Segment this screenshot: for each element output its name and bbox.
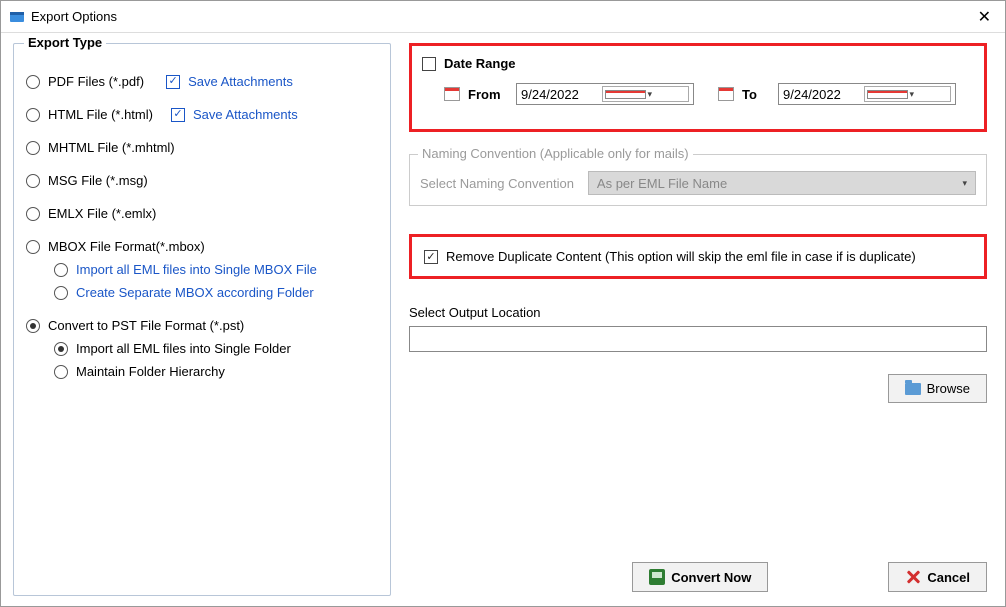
right-panel: Date Range From 9/24/2022 ▾ To 9/24/2022… [391,43,993,596]
chk-remove-duplicate[interactable] [424,250,438,264]
to-date-input[interactable]: 9/24/2022 ▾ [778,83,956,105]
naming-label: Select Naming Convention [420,176,574,191]
content: Export Type PDF Files (*.pdf) Save Attac… [1,33,1005,606]
radio-mbox-separate-label: Create Separate MBOX according Folder [76,285,314,300]
folder-icon [905,383,921,395]
cancel-button[interactable]: Cancel [888,562,987,592]
window-title: Export Options [31,9,117,24]
chevron-down-icon: ▾ [962,178,967,189]
calendar-to-icon [718,87,734,101]
close-icon[interactable]: ✕ [972,7,997,27]
convert-now-button[interactable]: Convert Now [632,562,768,592]
to-label: To [742,87,770,102]
radio-pdf[interactable] [26,75,40,89]
chk-pdf-save-attachments[interactable] [166,75,180,89]
pdf-save-attachments-label: Save Attachments [188,74,293,89]
remove-duplicate-highlight: Remove Duplicate Content (This option wi… [409,234,987,279]
naming-legend: Naming Convention (Applicable only for m… [418,146,693,161]
radio-pst-single[interactable] [54,342,68,356]
naming-convention-panel: Naming Convention (Applicable only for m… [409,154,987,206]
radio-pdf-label: PDF Files (*.pdf) [48,74,144,89]
naming-select[interactable]: As per EML File Name ▾ [588,171,976,195]
from-label: From [468,87,508,102]
radio-mbox-single[interactable] [54,263,68,277]
radio-mhtml-label: MHTML File (*.mhtml) [48,140,175,155]
date-range-title: Date Range [444,56,516,71]
radio-pst[interactable] [26,319,40,333]
export-type-panel: Export Type PDF Files (*.pdf) Save Attac… [13,43,391,596]
radio-mbox-label: MBOX File Format(*.mbox) [48,239,205,254]
cancel-icon [905,569,921,585]
chk-html-save-attachments[interactable] [171,108,185,122]
radio-mhtml[interactable] [26,141,40,155]
calendar-from-icon [444,87,460,101]
titlebar: Export Options ✕ [1,1,1005,33]
browse-button[interactable]: Browse [888,374,987,403]
from-date-value: 9/24/2022 [521,87,602,102]
radio-emlx-label: EMLX File (*.emlx) [48,206,156,221]
output-label: Select Output Location [409,305,987,320]
radio-mbox-separate[interactable] [54,286,68,300]
radio-mbox[interactable] [26,240,40,254]
radio-pst-hierarchy-label: Maintain Folder Hierarchy [76,364,225,379]
app-icon [9,9,25,25]
radio-msg-label: MSG File (*.msg) [48,173,148,188]
export-type-legend: Export Type [24,35,106,50]
bottom-buttons: Convert Now Cancel [632,562,987,592]
radio-pst-label: Convert to PST File Format (*.pst) [48,318,244,333]
radio-html-label: HTML File (*.html) [48,107,153,122]
chk-date-range[interactable] [422,57,436,71]
to-date-picker[interactable]: ▾ [864,86,951,102]
browse-label: Browse [927,381,970,396]
naming-value: As per EML File Name [597,176,727,191]
convert-label: Convert Now [671,570,751,585]
to-date-value: 9/24/2022 [783,87,864,102]
radio-msg[interactable] [26,174,40,188]
radio-html[interactable] [26,108,40,122]
cancel-label: Cancel [927,570,970,585]
save-icon [649,569,665,585]
date-range-highlight: Date Range From 9/24/2022 ▾ To 9/24/2022… [409,43,987,132]
radio-pst-single-label: Import all EML files into Single Folder [76,341,291,356]
radio-pst-hierarchy[interactable] [54,365,68,379]
remove-duplicate-label: Remove Duplicate Content (This option wi… [446,249,916,264]
output-location-input[interactable] [409,326,987,352]
output-location-block: Select Output Location Browse [409,305,987,403]
from-date-picker[interactable]: ▾ [602,86,689,102]
radio-mbox-single-label: Import all EML files into Single MBOX Fi… [76,262,317,277]
radio-emlx[interactable] [26,207,40,221]
from-date-input[interactable]: 9/24/2022 ▾ [516,83,694,105]
html-save-attachments-label: Save Attachments [193,107,298,122]
